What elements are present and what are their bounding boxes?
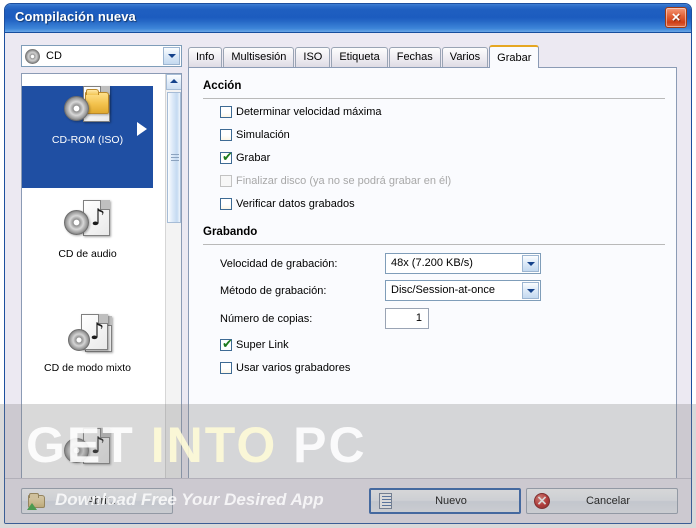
media-type-dropdown-button[interactable] <box>163 47 180 65</box>
chevron-down-icon <box>526 288 535 293</box>
checkbox-label: Usar varios grabadores <box>236 362 351 374</box>
tab-info[interactable]: Info <box>188 47 223 67</box>
checkbox-icon[interactable] <box>220 198 232 210</box>
disc-music-stack-icon: ♪ <box>64 314 112 358</box>
window-title: Compilación nueva <box>15 9 136 24</box>
close-icon: × <box>671 9 681 26</box>
open-folder-icon <box>27 492 46 510</box>
disc-music-icon: ♪ <box>63 200 112 244</box>
tab-grabar[interactable]: Grabar <box>489 45 540 68</box>
list-item-label: CD de modo mixto <box>44 362 131 374</box>
velocidad-label: Velocidad de grabación: <box>220 258 338 270</box>
scroll-up-button[interactable] <box>166 74 181 90</box>
checkbox-finalizar-disco: Finalizar disco (ya no se podrá grabar e… <box>220 175 451 187</box>
copias-value: 1 <box>415 312 422 324</box>
tab-iso[interactable]: ISO <box>295 47 331 67</box>
submenu-arrow-icon <box>137 122 147 136</box>
list-item[interactable]: ♪ CD de audio <box>22 200 153 302</box>
media-type-combo[interactable]: CD <box>21 45 182 67</box>
close-button[interactable]: × <box>665 7 687 28</box>
check-icon: ✔ <box>222 337 233 352</box>
tab-varios[interactable]: Varios <box>441 47 489 67</box>
grip-icon <box>171 153 179 162</box>
new-button-label: Nuevo <box>435 495 467 507</box>
copias-input[interactable]: 1 <box>385 308 429 329</box>
list-item-label: CD-ROM (ISO) <box>51 134 124 146</box>
grabar-tab-panel: Acción Determinar velocidad máxima Simul… <box>188 67 677 496</box>
tab-strip: Info Multisesión ISO Etiqueta Fechas Var… <box>188 45 540 68</box>
checkbox-usar-varios-grabadores[interactable]: Usar varios grabadores <box>220 362 350 374</box>
checkbox-icon[interactable] <box>220 362 232 374</box>
scrollbar-thumb[interactable] <box>167 92 181 223</box>
cancel-button[interactable]: Cancelar <box>526 488 678 514</box>
checkbox-label: Determinar velocidad máxima <box>236 106 382 118</box>
cancel-button-label: Cancelar <box>585 495 631 507</box>
checkbox-super-link[interactable]: ✔ Super Link <box>220 337 289 352</box>
metodo-dropdown-button[interactable] <box>522 282 539 299</box>
accion-group-title: Acción <box>203 80 242 92</box>
list-item[interactable]: ♪ CD de modo mixto <box>22 314 153 416</box>
dialog-footer: Abrir... Nuevo Cancelar <box>5 478 691 523</box>
compilation-type-list[interactable]: CD-ROM (ISO) ♪ CD de audio ♪ CD de modo … <box>21 73 182 496</box>
title-bar: Compilación nueva × <box>5 4 691 33</box>
checkbox-determinar-velocidad-maxima[interactable]: Determinar velocidad máxima <box>220 106 382 118</box>
compact-disc-icon <box>25 48 40 64</box>
checkbox-grabar[interactable]: ✔ Grabar <box>220 150 271 165</box>
checkbox-label: Grabar <box>236 152 271 164</box>
metodo-combo[interactable]: Disc/Session-at-once <box>385 280 541 301</box>
checkbox-label: Finalizar disco (ya no se podrá grabar e… <box>236 175 452 187</box>
checkbox-icon[interactable] <box>220 106 232 118</box>
metodo-label: Método de grabación: <box>220 285 327 297</box>
checkbox-label: Super Link <box>236 339 289 351</box>
checkbox-label: Simulación <box>236 129 290 141</box>
checkbox-label: Verificar datos grabados <box>236 198 355 210</box>
accion-group-rule <box>203 98 665 99</box>
checkbox-icon <box>220 175 232 187</box>
new-button[interactable]: Nuevo <box>369 488 521 514</box>
chevron-up-icon <box>170 79 178 83</box>
open-button[interactable]: Abrir... <box>21 488 173 514</box>
metodo-value: Disc/Session-at-once <box>391 284 495 296</box>
list-scrollbar[interactable] <box>165 74 181 495</box>
checkbox-verificar-datos-grabados[interactable]: Verificar datos grabados <box>220 198 355 210</box>
chevron-down-icon <box>526 261 535 266</box>
disc-folder-icon <box>63 86 112 130</box>
disc-music-icon: ♪ <box>63 428 112 472</box>
copias-label: Número de copias: <box>220 313 313 325</box>
checkbox-icon[interactable]: ✔ <box>220 150 233 165</box>
checkbox-icon[interactable] <box>220 129 232 141</box>
velocidad-dropdown-button[interactable] <box>522 255 539 272</box>
dialog-window: Compilación nueva × CD CD-ROM (ISO) ♪ CD… <box>4 3 692 524</box>
velocidad-combo[interactable]: 48x (7.200 KB/s) <box>385 253 541 274</box>
chevron-down-icon <box>167 54 176 58</box>
grabando-group-title: Grabando <box>203 226 258 238</box>
tab-fechas[interactable]: Fechas <box>388 47 441 67</box>
client-area: CD CD-ROM (ISO) ♪ CD de audio ♪ CD de mo… <box>5 33 691 523</box>
grabando-group-rule <box>203 244 665 245</box>
open-button-label: Abrir... <box>87 495 119 507</box>
checkbox-icon[interactable]: ✔ <box>220 337 233 352</box>
list-item[interactable]: CD-ROM (ISO) <box>22 86 153 188</box>
list-item-label: CD de audio <box>58 248 117 260</box>
tab-etiqueta[interactable]: Etiqueta <box>331 47 388 67</box>
checkbox-simulacion[interactable]: Simulación <box>220 129 290 141</box>
velocidad-value: 48x (7.200 KB/s) <box>391 257 473 269</box>
new-document-icon <box>377 492 395 510</box>
tab-multisesion[interactable]: Multisesión <box>223 47 295 67</box>
cancel-circle-icon <box>533 492 551 510</box>
check-icon: ✔ <box>222 150 233 165</box>
media-type-value: CD <box>46 50 62 62</box>
